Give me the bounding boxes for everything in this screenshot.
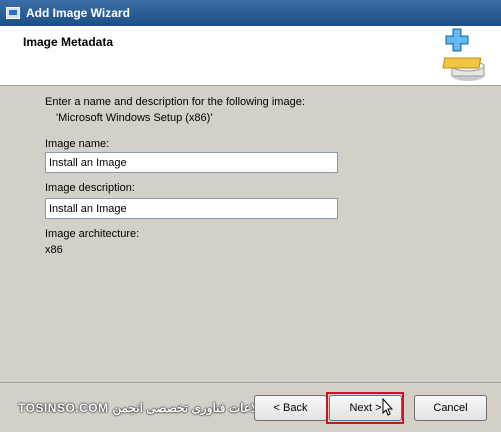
mouse-cursor-icon — [382, 398, 394, 416]
add-image-plus-icon — [442, 28, 485, 81]
window-title: Add Image Wizard — [26, 6, 130, 20]
next-button-label: Next > — [349, 402, 382, 414]
back-arrow-icon: < — [273, 402, 280, 414]
image-description-label: Image description: — [45, 182, 135, 194]
back-button[interactable]: < Back — [254, 395, 327, 421]
title-bar[interactable]: Add Image Wizard — [0, 0, 501, 26]
image-source-name: 'Microsoft Windows Setup (x86)' — [56, 112, 213, 124]
wizard-content: Enter a name and description for the fol… — [0, 86, 501, 382]
cancel-button-label: Cancel — [433, 402, 468, 414]
back-button-label: Back — [282, 402, 308, 414]
cancel-button[interactable]: Cancel — [414, 395, 487, 421]
image-name-label: Image name: — [45, 138, 110, 150]
wizard-footer: TOSINSO.COM اطلاعات فناوری تخصصی انجمن <… — [0, 382, 501, 432]
intro-text: Enter a name and description for the fol… — [45, 96, 305, 108]
image-description-input[interactable] — [45, 198, 338, 219]
wizard-header: Image Metadata — [0, 26, 501, 86]
image-architecture-label: Image architecture: — [45, 228, 140, 240]
page-title: Image Metadata — [23, 35, 114, 49]
image-name-input[interactable] — [45, 152, 338, 173]
watermark-text: TOSINSO.COM اطلاعات فناوری تخصصی انجمن — [18, 401, 272, 415]
wizard-window-icon — [6, 7, 20, 19]
image-architecture-value: x86 — [45, 244, 63, 256]
